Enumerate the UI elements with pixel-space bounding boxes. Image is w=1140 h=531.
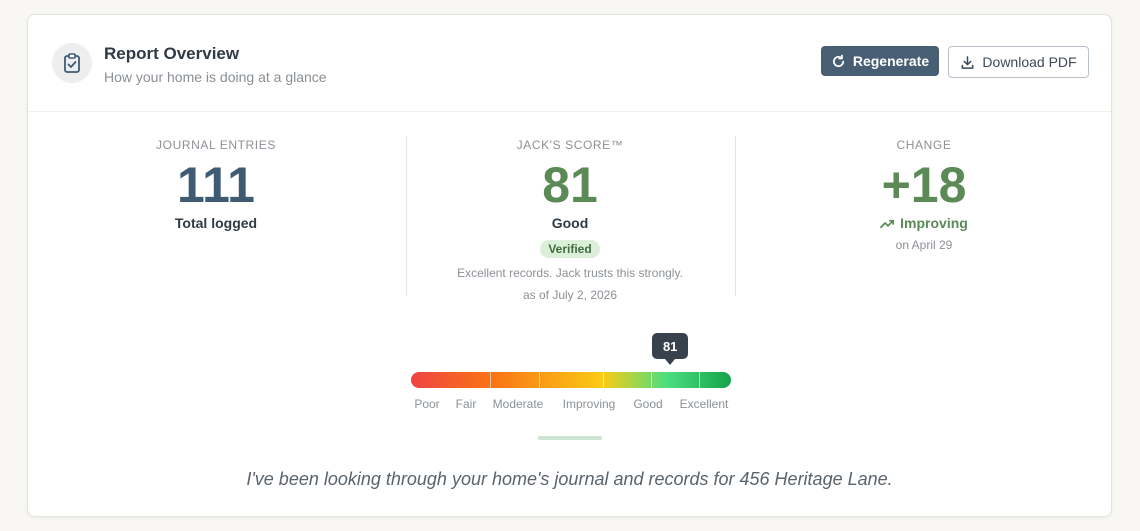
scale-tick (699, 372, 700, 388)
download-label: Download PDF (982, 54, 1077, 70)
card-header: Report Overview How your home is doing a… (28, 15, 1111, 112)
refresh-icon (832, 54, 844, 67)
page-title: Report Overview (104, 44, 240, 63)
regenerate-button[interactable]: Regenerate (821, 46, 939, 76)
change-label: CHANGE (896, 138, 952, 152)
change-date: on April 29 (895, 238, 953, 252)
scale-tick (490, 372, 491, 388)
score-date: as of July 2, 2026 (522, 288, 618, 302)
scale-label-poor: Poor (414, 397, 440, 411)
journal-entries-value: 111 (177, 157, 255, 213)
scale-label-improving: Improving (562, 397, 616, 411)
jacks-score-value: 81 (542, 157, 598, 213)
change-stat: CHANGE +18 Improving on April 29 (814, 112, 1034, 252)
scale-label-good: Good (633, 397, 663, 411)
stat-divider (406, 136, 407, 296)
journal-entries-label: JOURNAL ENTRIES (156, 138, 276, 152)
change-value: +18 (881, 157, 967, 213)
page-subtitle: How your home is doing at a glance (104, 69, 327, 85)
scale-tick (603, 372, 604, 388)
scale-label-moderate: Moderate (492, 397, 544, 411)
download-pdf-button[interactable]: Download PDF (948, 46, 1089, 78)
trending-up-icon (880, 219, 895, 228)
jacks-score-label: JACK'S SCORE™ (516, 138, 624, 152)
jacks-score-caption: Good (551, 215, 589, 231)
scale-tick (651, 372, 652, 388)
verified-badge: Verified (540, 240, 600, 258)
score-gradient-bar (411, 372, 731, 388)
score-note: Excellent records. Jack trusts this stro… (457, 266, 683, 280)
trend-label: Improving (900, 215, 968, 231)
regenerate-label: Regenerate (852, 53, 930, 69)
intro-quote: I've been looking through your home's jo… (246, 469, 893, 489)
jacks-score-stat: JACK'S SCORE™ 81 Good Verified Excellent… (410, 112, 730, 302)
scale-label-excellent: Excellent (679, 397, 729, 411)
trend-indicator: Improving (814, 215, 1034, 231)
clipboard-check-icon (52, 43, 92, 83)
report-overview-card: Report Overview How your home is doing a… (27, 14, 1112, 517)
stat-divider (735, 136, 736, 296)
journal-entries-caption: Total logged (174, 215, 258, 231)
score-marker: 81 (652, 333, 689, 365)
download-icon (962, 55, 974, 69)
scale-tick (539, 372, 540, 388)
journal-entries-stat: JOURNAL ENTRIES 111 Total logged (106, 112, 326, 231)
scale-label-fair: Fair (455, 397, 477, 411)
section-divider (538, 436, 602, 440)
